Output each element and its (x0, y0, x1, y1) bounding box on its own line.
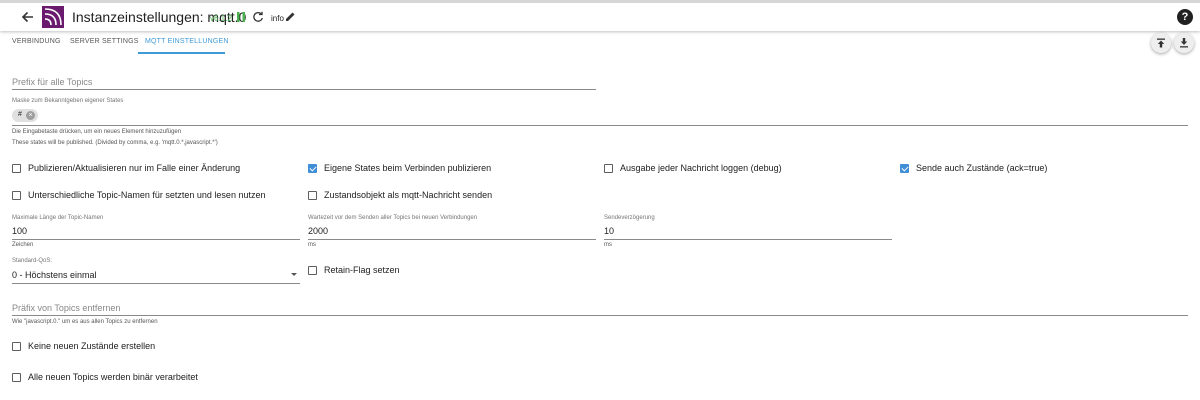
checkbox-publish-own-states[interactable]: Eigene States beim Verbinden publizieren (308, 163, 491, 173)
max-topic-length-underline (12, 239, 300, 240)
prefix-input-underline (12, 89, 596, 90)
checkbox-label: Keine neuen Zustände erstellen (28, 341, 156, 351)
tab-bar: VERBINDUNG SERVER SETTINGS MQTT EINSTELL… (0, 31, 1200, 53)
pause-icon[interactable] (236, 11, 246, 23)
checkbox-label: Sende auch Zustände (ack=true) (916, 163, 1048, 173)
checkbox-send-state-object[interactable]: Zustandsobjekt als mqtt-Nachricht senden (308, 190, 492, 200)
mask-helper-text: Die Eingabetaste drücken, um ein neues E… (12, 129, 182, 135)
chip-delete-icon[interactable]: × (26, 111, 35, 120)
send-delay-input[interactable]: 2000 (308, 226, 328, 236)
checkbox-send-ack[interactable]: Sende auch Zustände (ack=true) (900, 163, 1047, 173)
checkbox-icon (12, 190, 21, 200)
mask-description-text: These states will be published. (Divided… (12, 140, 218, 146)
tab-server-settings[interactable]: SERVER SETTINGS (70, 38, 139, 45)
checkbox-all-binary[interactable]: Alle neuen Topics werden binär verarbeit… (12, 372, 198, 382)
checkbox-on-change[interactable]: Publizieren/Aktualisieren nur im Falle e… (12, 163, 240, 173)
max-topic-length-unit: Zeichen (12, 242, 34, 248)
checkbox-icon (308, 190, 317, 200)
checkbox-label: Zustandsobjekt als mqtt-Nachricht senden (324, 190, 493, 200)
send-interval-input[interactable]: 10 (604, 226, 614, 236)
checkbox-icon (308, 265, 317, 275)
checkbox-label: Unterschiedliche Topic-Namen für setzten… (28, 190, 266, 200)
max-topic-length-label: Maximale Länge der Topic-Namen (12, 215, 104, 221)
tab-verbindung[interactable]: VERBINDUNG (12, 38, 61, 45)
chip-label: # (18, 111, 22, 118)
arrow-back-icon[interactable] (18, 7, 38, 27)
send-interval-underline (604, 239, 892, 240)
send-interval-unit: ms (604, 242, 612, 248)
tab-mqtt-einstellungen[interactable]: MQTT EINSTELLUNGEN (145, 38, 229, 45)
checkbox-label: Retain-Flag setzen (324, 265, 400, 275)
help-icon[interactable]: ? (1177, 9, 1193, 25)
send-delay-label: Wartezeit vor dem Senden aller Topics be… (308, 215, 478, 221)
mask-chip[interactable]: # × (12, 109, 38, 122)
checkbox-different-topic-names[interactable]: Unterschiedliche Topic-Namen für setzten… (12, 190, 265, 200)
checkbox-checked-icon (308, 163, 317, 173)
send-delay-underline (308, 239, 596, 240)
dropdown-arrow-icon[interactable] (291, 273, 297, 276)
upload-icon (1157, 38, 1165, 48)
mask-field-label: Maske zum Bekanntgeben eigener States (12, 98, 124, 104)
version-label: v6.1.2 (210, 14, 232, 23)
checkbox-icon (604, 163, 613, 173)
default-qos-underline (12, 283, 300, 284)
checkbox-label: Eigene States beim Verbinden publizieren (324, 163, 492, 173)
pencil-edit-icon[interactable] (285, 11, 296, 22)
send-delay-unit: ms (308, 242, 316, 248)
send-interval-label: Sendeverzögerung (604, 215, 655, 221)
reload-icon[interactable] (252, 11, 264, 23)
prefix-input[interactable]: Prefix für alle Topics (12, 77, 92, 87)
remove-prefix-helper: Wie "javascript.0." um es aus allen Topi… (12, 319, 158, 325)
checkbox-icon (12, 163, 21, 173)
default-qos-select[interactable]: 0 - Höchstens einmal (12, 270, 97, 280)
info-label: info (271, 14, 284, 23)
remove-prefix-underline (12, 315, 1188, 316)
default-qos-label: Standard-QoS: (12, 258, 53, 264)
download-icon (1180, 38, 1188, 48)
mqtt-logo-icon (42, 6, 64, 28)
checkbox-retain-flag[interactable]: Retain-Flag setzen (308, 265, 400, 275)
remove-prefix-input[interactable]: Präfix von Topics entfernen (12, 303, 120, 313)
checkbox-icon (12, 341, 21, 351)
max-topic-length-input[interactable]: 100 (12, 226, 27, 236)
checkbox-label: Alle neuen Topics werden binär verarbeit… (28, 372, 198, 382)
app-header: Instanzeinstellungen: mqtt.0 v6.1.2 info… (0, 0, 1200, 31)
download-settings-button[interactable] (1174, 33, 1194, 53)
checkbox-log-each-message[interactable]: Ausgabe jeder Nachricht loggen (debug) (604, 163, 782, 173)
active-tab-indicator (138, 52, 225, 54)
checkbox-checked-icon (900, 163, 909, 173)
checkbox-icon (12, 372, 21, 382)
checkbox-no-new-states[interactable]: Keine neuen Zustände erstellen (12, 341, 155, 351)
upload-settings-button[interactable] (1151, 33, 1171, 53)
mask-field-underline[interactable] (12, 125, 1188, 126)
checkbox-label: Ausgabe jeder Nachricht loggen (debug) (620, 163, 782, 173)
checkbox-label: Publizieren/Aktualisieren nur im Falle e… (28, 163, 241, 173)
